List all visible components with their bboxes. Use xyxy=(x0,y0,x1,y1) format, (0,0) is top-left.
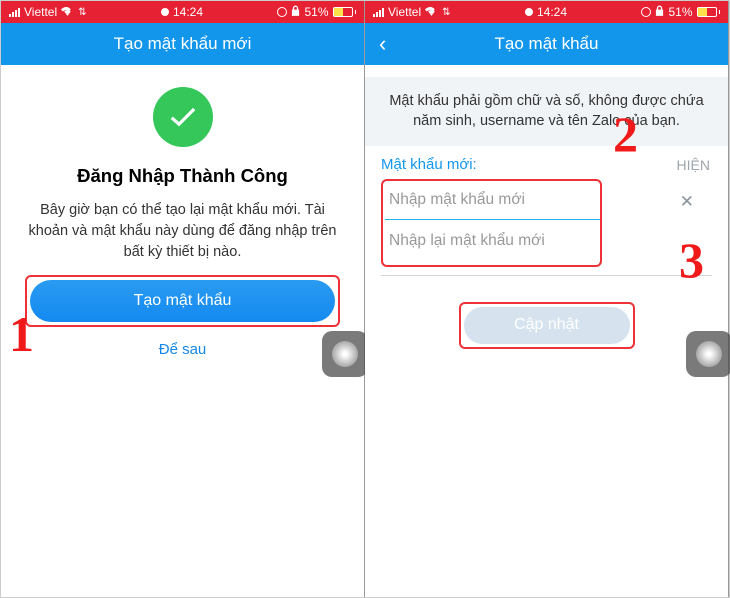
alarm-icon xyxy=(277,7,287,17)
status-bar: Viettel ⇅ 14:24 51% xyxy=(365,1,728,23)
input-underline xyxy=(385,219,600,220)
new-password-input[interactable]: Nhập mật khẩu mới xyxy=(385,191,600,209)
record-icon xyxy=(161,8,169,16)
header-right: ‹ Tạo mật khẩu xyxy=(365,23,728,65)
lock-icon xyxy=(655,5,664,19)
show-password-toggle[interactable]: HIỆN xyxy=(677,157,710,173)
battery-pct: 51% xyxy=(668,5,692,19)
header-left: Tạo mật khẩu mới xyxy=(1,23,364,65)
wifi-icon xyxy=(425,5,438,19)
time-label: 14:24 xyxy=(173,5,203,19)
header-title: Tạo mật khẩu mới xyxy=(114,34,252,54)
screen-right: Viettel ⇅ 14:24 51% ‹ Tạo mật khẩu Mật k… xyxy=(365,1,729,597)
time-label: 14:24 xyxy=(537,5,567,19)
record-icon xyxy=(525,8,533,16)
signal-icon xyxy=(373,8,384,17)
wifi-icon xyxy=(61,5,74,19)
callout-box-2: Nhập mật khẩu mới ✕ Nhập lại mật khẩu mớ… xyxy=(381,179,602,267)
assistive-touch-icon[interactable] xyxy=(322,331,368,377)
carrier-label: Viettel xyxy=(24,5,57,19)
back-button[interactable]: ‹ xyxy=(379,33,386,55)
alarm-icon xyxy=(641,7,651,17)
battery-pct: 51% xyxy=(304,5,328,19)
carrier-label: Viettel xyxy=(388,5,421,19)
instruction-text: Mật khẩu phải gồm chữ và số, không được … xyxy=(365,77,728,146)
lock-icon xyxy=(291,5,300,19)
clear-input-button[interactable]: ✕ xyxy=(674,186,700,218)
callout-2: 2 xyxy=(613,105,638,163)
callout-1: 1 xyxy=(9,305,34,363)
success-checkmark-icon xyxy=(153,87,213,147)
transfer-icon: ⇅ xyxy=(78,7,86,18)
password-field-label: Mật khẩu mới: xyxy=(381,156,712,173)
later-link[interactable]: Để sau xyxy=(25,341,340,358)
success-text: Bây giờ bạn có thể tạo lại mật khẩu mới.… xyxy=(25,200,340,263)
callout-box-3: Cập nhật xyxy=(459,302,635,349)
confirm-password-input[interactable]: Nhập lại mật khẩu mới xyxy=(385,232,600,250)
update-button[interactable]: Cập nhật xyxy=(464,307,630,344)
create-password-button[interactable]: Tạo mật khẩu xyxy=(30,280,335,322)
battery-icon xyxy=(333,7,357,17)
screen-left: Viettel ⇅ 14:24 51% Tạo mật khẩu mới Đăn… xyxy=(1,1,365,597)
input-underline-gray xyxy=(381,275,712,276)
callout-box-1: Tạo mật khẩu xyxy=(25,275,340,327)
header-title: Tạo mật khẩu xyxy=(495,34,599,54)
transfer-icon: ⇅ xyxy=(442,7,450,18)
callout-3: 3 xyxy=(679,231,704,289)
battery-icon xyxy=(697,7,721,17)
status-bar: Viettel ⇅ 14:24 51% xyxy=(1,1,364,23)
signal-icon xyxy=(9,8,20,17)
assistive-touch-icon[interactable] xyxy=(686,331,730,377)
success-title: Đăng Nhập Thành Công xyxy=(25,165,340,187)
